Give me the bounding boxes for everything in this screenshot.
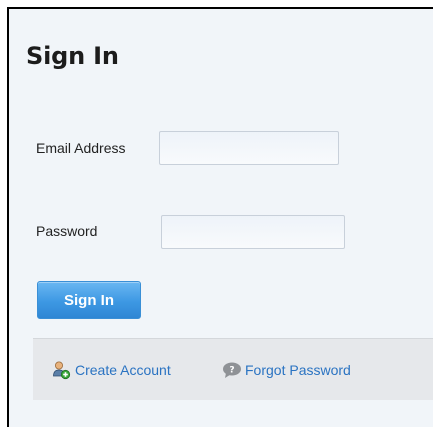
user-add-icon — [51, 360, 71, 380]
email-label: Email Address — [36, 140, 126, 156]
page-title: Sign In — [26, 42, 119, 70]
forgot-password-label: Forgot Password — [245, 362, 351, 378]
help-bubble-icon: ? — [221, 360, 241, 380]
password-label: Password — [36, 223, 98, 239]
email-field[interactable] — [159, 131, 339, 165]
signin-panel: Sign In Email Address Password Sign In C… — [7, 7, 433, 427]
sign-in-button[interactable]: Sign In — [37, 281, 141, 319]
account-links-bar: Create Account ? Forgot Password — [33, 338, 433, 400]
svg-text:?: ? — [229, 366, 234, 376]
forgot-password-link[interactable]: ? Forgot Password — [221, 360, 351, 380]
password-field[interactable] — [161, 215, 345, 249]
create-account-link[interactable]: Create Account — [51, 360, 171, 380]
create-account-label: Create Account — [75, 362, 171, 378]
